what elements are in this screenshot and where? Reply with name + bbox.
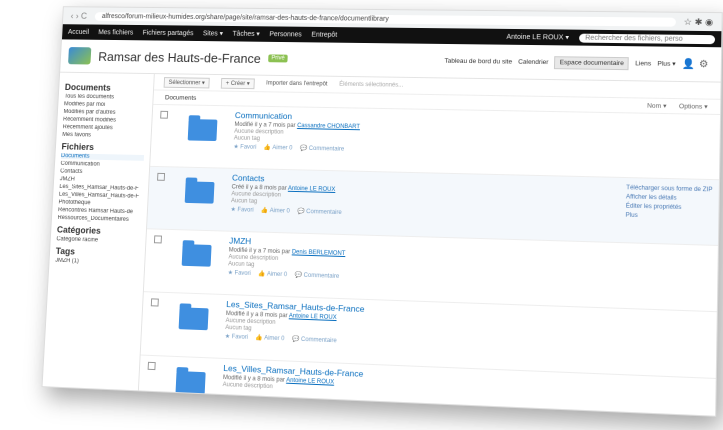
filter-favorites[interactable]: Mes favoris [62,132,145,140]
row-checkbox[interactable] [153,235,162,244]
topbar-my-files[interactable]: Mes fichiers [98,29,133,36]
user-settings-icon[interactable]: 👤⚙ [682,58,713,69]
main-area: Documents Tous les documents Modifiés pa… [42,72,721,417]
folder-icon[interactable] [184,181,215,204]
row-info: JMZH Modifié il y a 7 mois par Denis BER… [227,236,347,295]
private-badge: Privé [268,54,288,63]
filter-recently-added[interactable]: Récemment ajoutés [62,124,145,131]
url-field[interactable]: alfresco/forum-milieux-humides.org/share… [94,11,676,27]
nav-dashboard[interactable]: Tableau de bord du site [444,57,512,65]
row-info: Les_Villes_Ramsar_Hauts-de-France Modifi… [221,363,364,417]
folder-phototheque[interactable]: Photothèque [58,200,141,208]
select-button[interactable]: Sélectionner ▾ [163,76,210,88]
topbar-tasks[interactable]: Tâches ▾ [232,30,260,38]
item-actions: ★ Favori 👍 Aimer 0 💬 Commentaire [228,269,346,280]
filter-recently-modified[interactable]: Récemment modifiés [63,117,146,124]
nav-calendar[interactable]: Calendrier [518,58,549,65]
favorite-action[interactable]: ★ Favori [228,270,251,277]
folder-icon[interactable] [178,307,209,331]
row-checkbox[interactable] [157,172,166,181]
options-button[interactable]: Options ▾ [679,102,708,111]
topbar-sites[interactable]: Sites ▾ [203,30,223,37]
topbar-shared-files[interactable]: Fichiers partagés [142,29,193,36]
import-button[interactable]: Importer dans l'entrepôt [266,81,328,88]
extensions-icon[interactable]: ☆ ✱ ◉ [684,16,714,27]
topbar-home[interactable]: Accueil [68,29,89,36]
topbar-repository[interactable]: Entrepôt [311,31,337,38]
folder-ressources[interactable]: Ressources_Documentaires [57,215,140,223]
item-name[interactable]: Communication [235,110,361,122]
nav-more[interactable]: Plus ▾ [657,60,675,68]
comment-action[interactable]: 💬 Commentaire [292,337,337,345]
tags-heading: Tags [55,246,76,257]
site-logo [68,47,92,65]
screenshot-stage: ‹ › C alfresco/forum-milieux-humides.org… [0,0,723,430]
folder-villes-ramsar[interactable]: Les_Villes_Ramsar_Hauts-de-F [59,192,142,200]
browser-nav-buttons[interactable]: ‹ › C [70,11,87,21]
like-action[interactable]: 👍 Aimer 0 [261,208,290,215]
list-controls: Nom ▾ Options ▾ [647,102,708,111]
row-checkbox[interactable] [160,110,169,119]
like-action[interactable]: 👍 Aimer 0 [264,145,293,152]
folder-communication[interactable]: Communication [60,161,143,169]
folder-jmzh[interactable]: JMZH [60,176,143,184]
item-actions: ★ Favori 👍 Aimer 0 💬 Commentaire [233,143,359,153]
favorite-action[interactable]: ★ Favori [225,334,248,341]
favorite-action[interactable]: ★ Favori [233,144,256,150]
folder-documents[interactable]: Documents [60,153,145,161]
comment-action[interactable]: 💬 Commentaire [300,146,344,153]
filter-modified-by-me[interactable]: Modifiés par moi [64,101,147,108]
filter-modified-by-others[interactable]: Modifiés par d'autres [63,109,146,116]
like-action[interactable]: 👍 Aimer 0 [255,335,284,342]
row-checkbox[interactable] [147,361,156,371]
categories-heading: Catégories [56,224,102,236]
site-nav: Tableau de bord du site Calendrier Espac… [444,54,713,71]
row-info: Contacts Créé il y a 8 mois par Antoine … [230,173,349,230]
favorite-action[interactable]: ★ Favori [230,207,253,214]
comment-action[interactable]: 💬 Commentaire [295,272,340,279]
sidebar: Documents Tous les documents Modifiés pa… [42,72,155,392]
folder-icon[interactable] [181,244,212,267]
category-root[interactable]: Catégorie racine [56,236,140,244]
nav-links[interactable]: Liens [635,60,651,67]
item-name[interactable]: Contacts [232,173,349,186]
row-checkbox[interactable] [150,298,159,307]
user-menu[interactable]: Antoine LE ROUX ▾ [506,33,569,42]
more-action[interactable]: Plus [626,212,713,224]
like-action[interactable]: 👍 Aimer 0 [258,271,287,278]
comment-action[interactable]: 💬 Commentaire [297,209,342,216]
row-info: Les_Sites_Ramsar_Hauts-de-France Modifié… [224,299,365,359]
nav-document-library[interactable]: Espace documentaire [554,55,630,70]
folder-icon[interactable] [175,370,206,395]
item-meta-text: Modifié il y a 7 mois par [234,121,296,129]
list-title: Documents [164,93,197,102]
item-user-link[interactable]: Cassandre CHONBART [297,123,360,130]
global-search-input[interactable]: Rechercher des fichiers, perso [579,33,716,44]
selected-items-button[interactable]: Éléments sélectionnés... [339,82,403,89]
folder-contacts[interactable]: Contacts [60,169,143,177]
folder-icon[interactable] [187,119,218,142]
row-info: Communication Modifié il y a 7 mois par … [233,110,361,167]
topbar-people[interactable]: Personnes [269,31,302,38]
filter-all-documents[interactable]: Tous les documents [64,94,147,101]
create-button[interactable]: + Créer ▾ [220,77,255,89]
site-title[interactable]: Ramsar des Hauts-de-France [98,49,261,66]
item-user-link[interactable]: Antoine LE ROUX [288,186,336,193]
folder-sites-ramsar[interactable]: Les_Sites_Ramsar_Hauts-de-F [59,184,142,192]
document-list: Sélectionner ▾ + Créer ▾ Importer dans l… [137,74,721,417]
row-action-panel: Télécharger sous forme de ZIP Afficher l… [626,184,713,223]
files-heading: Fichiers [61,141,95,152]
browser-window: ‹ › C alfresco/forum-milieux-humides.org… [41,6,723,417]
documents-heading: Documents [64,82,111,93]
sort-button[interactable]: Nom ▾ [647,102,667,110]
folder-rencontres[interactable]: Rencontres Ramsar Hauts-de [58,207,141,215]
item-actions: ★ Favori 👍 Aimer 0 💬 Commentaire [230,206,347,216]
tag-jmzh[interactable]: JMZH (1) [55,258,139,267]
